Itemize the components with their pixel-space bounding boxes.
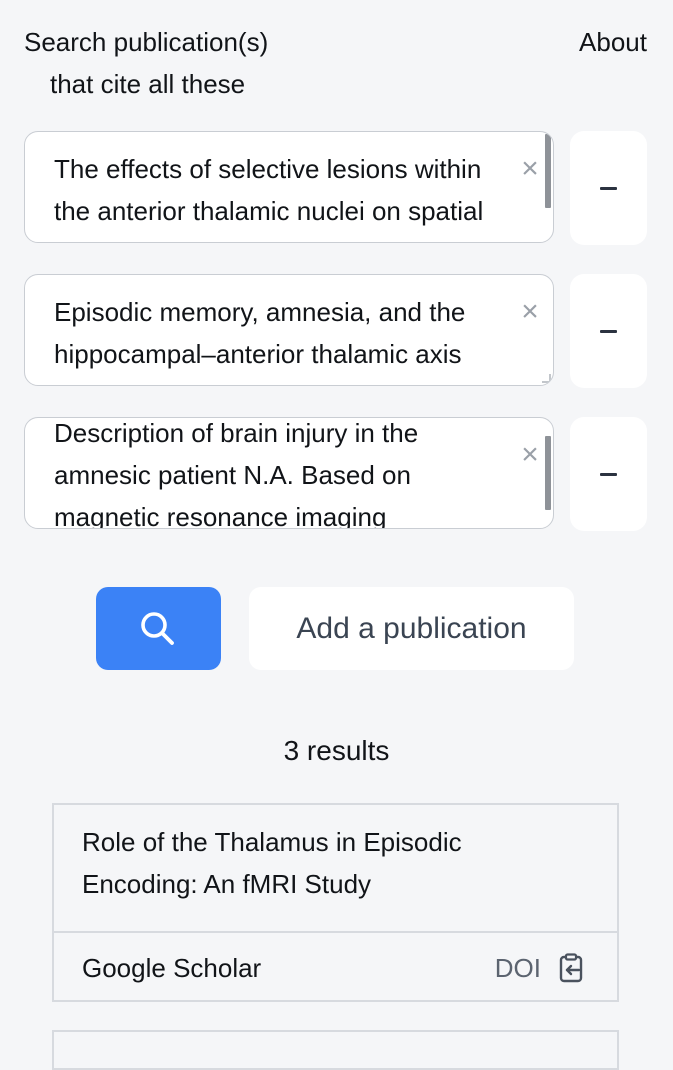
search-icon [141,612,174,645]
publication-text[interactable]: Episodic memory, amnesia, and the hippoc… [54,291,515,375]
resize-handle[interactable] [542,374,551,383]
page-title: Search publication(s) [24,27,269,57]
clipboard-copy-icon[interactable] [557,953,585,983]
publication-field[interactable]: The effects of selective lesions within … [24,131,554,243]
about-link[interactable]: About [579,24,647,60]
search-button[interactable] [96,587,221,670]
publication-field[interactable]: Episodic memory, amnesia, and the hippoc… [24,274,554,386]
minus-icon [600,330,617,333]
publication-row: The effects of selective lesions within … [24,131,647,245]
add-publication-button[interactable]: Add a publication [249,587,574,670]
result-card [52,1030,619,1070]
google-scholar-link[interactable]: Google Scholar [82,948,261,988]
minus-icon [600,187,617,190]
publication-field[interactable]: Description of brain injury in the amnes… [24,417,554,529]
scrollbar-thumb[interactable] [545,436,551,510]
result-title[interactable]: Role of the Thalamus in Episodic Encodin… [82,821,582,905]
remove-publication-button[interactable] [570,274,647,388]
page-subtitle: that cite all these [50,69,246,99]
minus-icon [600,473,617,476]
results-count: 3 results [283,735,390,766]
result-card: Role of the Thalamus in Episodic Encodin… [52,803,619,1002]
scrollbar-thumb[interactable] [545,134,551,208]
clear-icon[interactable]: × [519,154,541,184]
publication-list: The effects of selective lesions within … [24,131,647,560]
clear-icon[interactable]: × [519,297,541,327]
divider [54,931,617,933]
publication-text[interactable]: The effects of selective lesions within … [54,148,515,242]
publication-row: Episodic memory, amnesia, and the hippoc… [24,274,647,388]
doi-link[interactable]: DOI [495,948,541,988]
publication-text[interactable]: Description of brain injury in the amnes… [54,418,515,528]
remove-publication-button[interactable] [570,417,647,531]
publication-row: Description of brain injury in the amnes… [24,417,647,531]
clear-icon[interactable]: × [519,440,541,470]
header: Search publication(s) that cite all thes… [24,24,647,104]
remove-publication-button[interactable] [570,131,647,245]
